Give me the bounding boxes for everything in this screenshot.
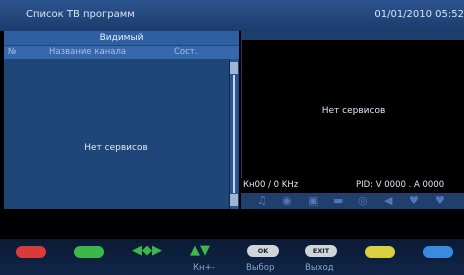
channel-list[interactable]: Нет сервисов [4,59,228,209]
preview-panel: Нет сервисов Кн00 / 0 KHz PID: V 0000 . … [241,31,464,209]
scroll-down-handle[interactable] [230,194,238,206]
status-icon-bar: ♫ ◉ ▣ ▬ ◎ ◀ ♥ ♥ [241,193,464,209]
red-key-button[interactable] [15,245,47,259]
column-header-channel-name[interactable]: Название канала [49,46,126,59]
channel-list-panel: Видимый № Название канала Сост. Нет серв… [4,31,239,209]
heart-icon: ♥ [435,194,445,207]
video-preview: Нет сервисов [241,40,464,178]
music-note-icon: ♫ [257,194,267,207]
title-bar: Список ТВ программ 01/01/2010 05:52 [0,0,464,31]
heart-icon: ♥ [409,194,419,207]
lock-icon: ◉ [282,194,292,207]
list-header: № Название канала Сост. [4,46,239,59]
skip-icon: ◀ [384,194,393,207]
column-header-number[interactable]: № [8,46,17,59]
car-icon: ▬ [333,194,344,207]
pid-text: PID: V 0000 . A 0000 [356,180,445,190]
list-group-title: Видимый [4,31,239,45]
spacer-band [0,209,464,239]
globe-icon: ◎ [358,194,368,207]
preview-header-bar [241,31,464,40]
scroll-track[interactable] [233,75,235,193]
key-help-bar: ◀◆▶ ▲▼ Кн+- OK Выбор EXIT Выход [0,239,464,275]
scroll-up-handle[interactable] [230,62,238,74]
date-time: 01/01/2010 05:52 [374,9,464,20]
blue-key-button[interactable] [422,245,454,259]
select-label: Выбор [246,263,275,273]
frequency-text: Кн00 / 0 KHz [243,180,299,190]
ok-button[interactable]: OK [247,245,279,257]
channel-key-label: Кн+- [193,263,215,273]
up-down-arrows-icon[interactable]: ▲▼ [190,244,210,258]
signal-info: Кн00 / 0 KHz PID: V 0000 . A 0000 [241,180,464,192]
column-header-state[interactable]: Сост. [174,46,197,59]
green-key-button[interactable] [73,245,105,259]
preview-empty-message: Нет сервисов [321,106,386,116]
left-right-arrows-icon[interactable]: ◀◆▶ [132,244,162,258]
cart-icon: ▣ [308,194,319,207]
exit-action-label: Выход [305,263,334,273]
yellow-key-button[interactable] [364,245,396,259]
exit-button[interactable]: EXIT [305,245,337,257]
page-title: Список ТВ программ [26,9,135,20]
empty-list-message: Нет сервисов [84,143,148,153]
scrollbar[interactable] [229,59,238,209]
